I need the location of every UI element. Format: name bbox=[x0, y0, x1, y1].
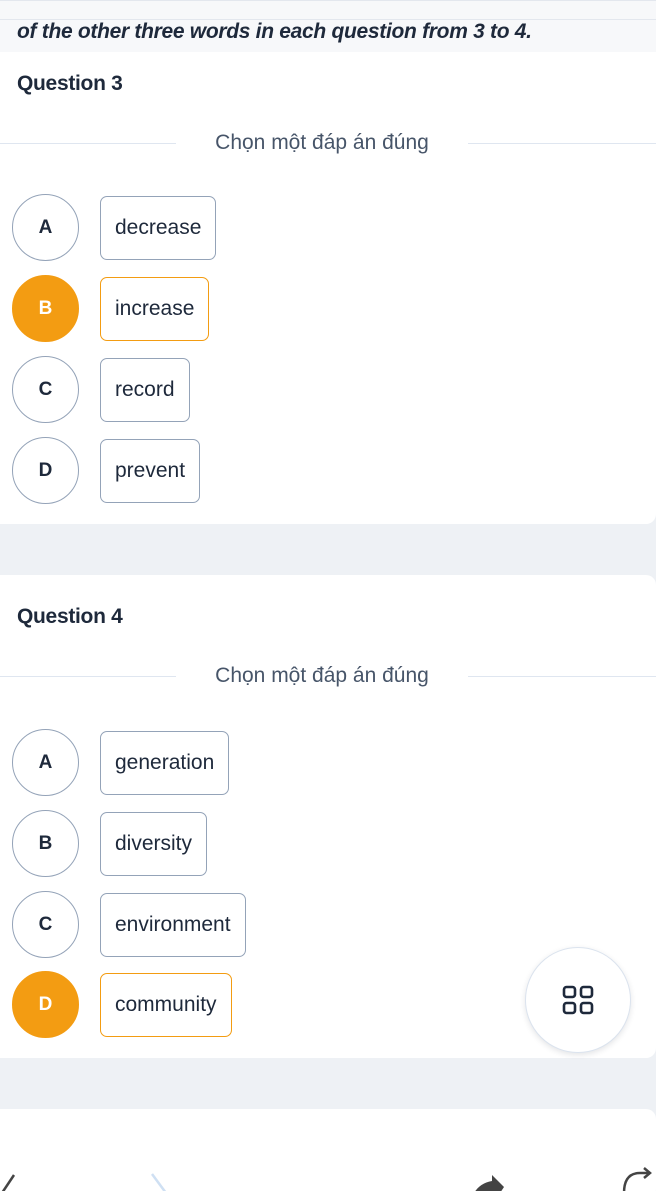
option-answer[interactable]: decrease bbox=[100, 196, 217, 260]
option-letter[interactable]: C bbox=[12, 891, 79, 958]
instruction-band: of the other three words in each questio… bbox=[0, 0, 656, 52]
option-answer[interactable]: record bbox=[100, 358, 190, 422]
option-letter[interactable]: A bbox=[12, 194, 79, 261]
share-arrow-icon[interactable] bbox=[470, 1173, 506, 1191]
option-letter[interactable]: D bbox=[12, 437, 79, 504]
instruction-text: of the other three words in each questio… bbox=[17, 20, 532, 43]
option-answer[interactable]: increase bbox=[100, 277, 210, 341]
redo-icon[interactable] bbox=[618, 1167, 656, 1191]
option-letter[interactable]: B bbox=[12, 810, 79, 877]
option-a[interactable]: A generation bbox=[12, 729, 312, 796]
option-answer[interactable]: diversity bbox=[100, 812, 208, 876]
option-c[interactable]: C record bbox=[12, 356, 312, 423]
option-b[interactable]: B diversity bbox=[12, 810, 312, 877]
divider-line-right bbox=[468, 143, 656, 144]
option-letter[interactable]: B bbox=[12, 275, 79, 342]
question-grid-button[interactable] bbox=[525, 947, 631, 1053]
option-c[interactable]: C environment bbox=[12, 891, 312, 958]
option-letter[interactable]: C bbox=[12, 356, 79, 423]
prompt-divider: Chọn một đáp án đúng bbox=[0, 130, 656, 156]
option-answer[interactable]: environment bbox=[100, 893, 246, 957]
option-letter[interactable]: A bbox=[12, 729, 79, 796]
option-a[interactable]: A decrease bbox=[12, 194, 312, 261]
option-answer[interactable]: prevent bbox=[100, 439, 201, 503]
question-title: Question 3 bbox=[17, 72, 123, 95]
question-card-3: Question 3 Chọn một đáp án đúng A decrea… bbox=[0, 52, 656, 524]
option-d[interactable]: D prevent bbox=[12, 437, 312, 504]
prompt-divider: Chọn một đáp án đúng bbox=[0, 663, 656, 689]
option-answer[interactable]: generation bbox=[100, 731, 230, 795]
divider-line-right bbox=[468, 676, 656, 677]
option-d[interactable]: D community bbox=[12, 971, 312, 1038]
option-letter[interactable]: D bbox=[12, 971, 79, 1038]
chevron-icon bbox=[150, 1173, 167, 1191]
option-answer[interactable]: community bbox=[100, 973, 232, 1037]
pen-stroke-icon bbox=[1, 1174, 16, 1191]
question-title: Question 4 bbox=[17, 605, 123, 628]
bottom-card bbox=[0, 1109, 656, 1191]
option-b[interactable]: B increase bbox=[12, 275, 312, 342]
grid-icon bbox=[562, 985, 594, 1015]
